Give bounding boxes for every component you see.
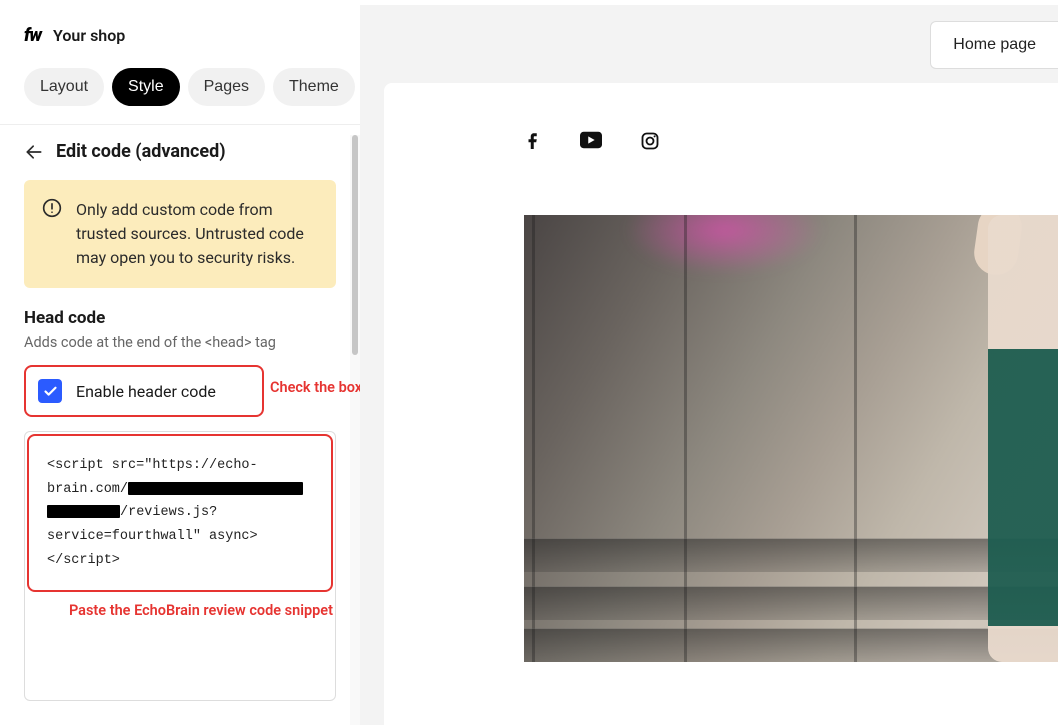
panel-title: Edit code (advanced) (56, 141, 226, 162)
redacted-segment (128, 482, 303, 495)
back-button[interactable]: Edit code (advanced) (24, 125, 336, 180)
image-detail (524, 628, 1058, 662)
preview-page-selector[interactable]: Home page (930, 21, 1058, 69)
editor-sidebar: fw Your shop Layout Style Pages Theme Ed… (0, 5, 360, 725)
preview-pane: Home page (360, 5, 1058, 725)
youtube-icon (580, 134, 602, 153)
head-code-textarea-outer: <script src="https://echo- brain.com/ /r… (24, 431, 336, 701)
social-links-row (384, 83, 1058, 155)
arrow-left-icon (24, 142, 44, 162)
app-container: fw Your shop Layout Style Pages Theme Ed… (0, 0, 1058, 725)
head-code-wrap: <script src="https://echo- brain.com/ /r… (27, 434, 333, 592)
enable-header-row-wrap: Enable header code Check the box (24, 365, 336, 417)
code-line: service=fourthwall" async> (47, 525, 313, 549)
sidebar-header: fw Your shop (0, 5, 360, 56)
tab-pages[interactable]: Pages (188, 68, 265, 106)
hero-image (524, 215, 1058, 662)
enable-header-checkbox[interactable] (38, 379, 62, 403)
tab-theme[interactable]: Theme (273, 68, 355, 106)
shop-title: Your shop (53, 26, 125, 45)
code-line: <script src="https://echo- (47, 454, 313, 478)
sidebar-scrollbar-thumb[interactable] (352, 135, 358, 355)
annotation-paste-snippet: Paste the EchoBrain review code snippet (27, 602, 333, 619)
image-detail (524, 538, 1058, 572)
preview-surface (384, 83, 1058, 725)
warning-text: Only add custom code from trusted source… (76, 200, 304, 267)
facebook-icon (524, 134, 542, 153)
tab-style[interactable]: Style (112, 68, 180, 106)
redacted-segment (47, 505, 120, 518)
code-line: </script> (47, 549, 313, 573)
image-detail (524, 586, 1058, 620)
sidebar-scrollbar[interactable] (350, 135, 360, 725)
brand-logo: fw (24, 25, 41, 46)
social-youtube-link[interactable] (580, 131, 602, 155)
code-fragment: brain.com/ (47, 482, 128, 497)
head-code-heading: Head code (24, 308, 336, 328)
annotation-check-box: Check the box (270, 379, 360, 396)
code-line: brain.com/ (47, 478, 313, 502)
alert-circle-icon (42, 198, 62, 225)
code-line: /reviews.js? (47, 501, 313, 525)
code-fragment: /reviews.js? (120, 505, 217, 520)
style-panel: Edit code (advanced) Only add custom cod… (0, 125, 360, 715)
enable-header-label: Enable header code (76, 382, 216, 401)
editor-tabs: Layout Style Pages Theme (0, 56, 360, 124)
image-detail (988, 215, 1058, 662)
social-instagram-link[interactable] (640, 131, 660, 155)
enable-header-row[interactable]: Enable header code (24, 365, 264, 417)
head-code-textarea[interactable]: <script src="https://echo- brain.com/ /r… (27, 434, 333, 592)
warning-callout: Only add custom code from trusted source… (24, 180, 336, 288)
head-code-sub: Adds code at the end of the <head> tag (24, 334, 336, 351)
social-facebook-link[interactable] (524, 131, 542, 155)
tab-layout[interactable]: Layout (24, 68, 104, 106)
instagram-icon (640, 136, 660, 155)
